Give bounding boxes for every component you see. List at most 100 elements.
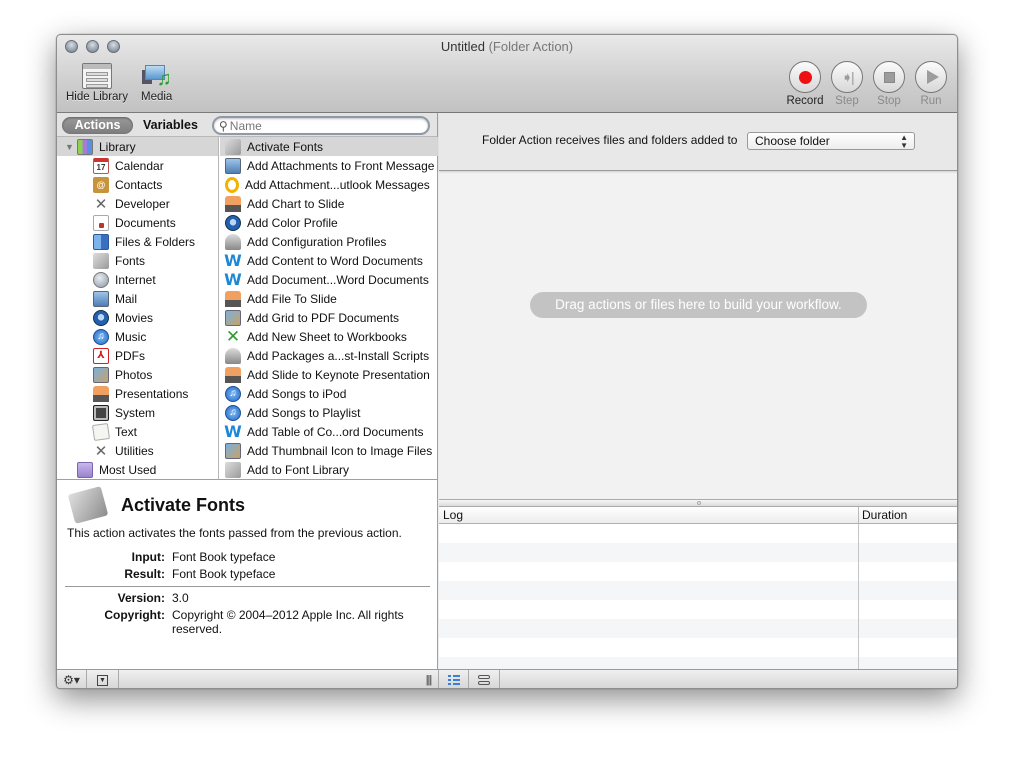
category-label: Photos (115, 367, 153, 382)
category-item[interactable]: Files & Folders (57, 232, 218, 251)
hide-library-button[interactable]: Hide Library (66, 63, 128, 103)
category-item[interactable]: Internet (57, 270, 218, 289)
preview-icon (225, 442, 241, 459)
action-item[interactable]: Add Thumbnail Icon to Image Files (220, 441, 438, 460)
action-label: Add Chart to Slide (247, 196, 345, 211)
search-field[interactable]: ⚲ (212, 116, 430, 135)
folder-select[interactable]: Choose folder ▲ ▼ (747, 132, 915, 150)
category-label: Music (115, 329, 147, 344)
action-label: Add Attachment...utlook Messages (245, 177, 430, 192)
category-item[interactable]: Presentations (57, 384, 218, 403)
category-label: Developer (115, 196, 170, 211)
itunes-icon: ♫ (225, 404, 241, 421)
search-icon: ⚲ (219, 118, 228, 133)
receives-label: Folder Action receives files and folders… (482, 133, 738, 147)
calendar-icon: 17 (93, 157, 109, 174)
category-item[interactable]: System (57, 403, 218, 422)
action-label: Add Content to Word Documents (247, 253, 423, 268)
category-item[interactable]: ✕ Developer (57, 194, 218, 213)
workflow-drop-area[interactable]: Drag actions or files here to build your… (439, 171, 957, 499)
category-item[interactable]: Photos (57, 365, 218, 384)
action-item[interactable]: Add Grid to PDF Documents (220, 308, 438, 327)
category-label: PDFs (115, 348, 145, 363)
tab-variables[interactable]: Variables (143, 117, 198, 134)
list-view-button[interactable] (439, 670, 469, 688)
action-item[interactable]: Add Chart to Slide (220, 194, 438, 213)
description-title: Activate Fonts (121, 494, 246, 515)
action-list[interactable]: Activate Fonts Add Attachments to Front M… (220, 137, 438, 479)
disclosure-triangle-icon[interactable]: ▼ (65, 142, 77, 152)
pane-resize-grip[interactable]: ||| (419, 670, 439, 688)
hide-library-label: Hide Library (66, 91, 128, 103)
category-item[interactable]: ✕ Utilities (57, 441, 218, 460)
category-item[interactable]: Text (57, 422, 218, 441)
media-button[interactable]: ♫ Media (141, 63, 172, 103)
toggle-description-button[interactable]: ▼ (87, 670, 119, 688)
category-item[interactable]: @ Contacts (57, 175, 218, 194)
automator-window: Untitled (Folder Action) Hide Library ♫ … (56, 34, 958, 689)
action-item[interactable]: Add Attachment...utlook Messages (220, 175, 438, 194)
category-list[interactable]: ▼ Library 17 Calendar @ Contacts ✕ Developer D… (57, 137, 219, 479)
action-item[interactable]: Add to Font Library (220, 460, 438, 479)
action-item[interactable]: ✕ Add New Sheet to Workbooks (220, 327, 438, 346)
category-item[interactable]: Fonts (57, 251, 218, 270)
action-item[interactable]: ♫ Add Songs to iPod (220, 384, 438, 403)
step-button[interactable]: ➧| Step (829, 61, 865, 107)
flow-view-button[interactable] (469, 670, 500, 688)
library-window-icon (82, 63, 112, 89)
finder-icon (93, 233, 109, 250)
column-divider[interactable] (858, 524, 859, 669)
result-value: Font Book typeface (172, 567, 276, 581)
media-icon: ♫ (141, 63, 172, 89)
category-item[interactable]: Documents (57, 213, 218, 232)
action-item[interactable]: W Add Content to Word Documents (220, 251, 438, 270)
action-label: Add Document...Word Documents (247, 272, 429, 287)
category-label: Utilities (115, 443, 154, 458)
input-value: Font Book typeface (172, 550, 276, 564)
action-item[interactable]: Add Slide to Keynote Presentation (220, 365, 438, 384)
run-button[interactable]: Run (913, 61, 949, 107)
input-row: Input: Font Book typeface (65, 550, 429, 564)
column-duration[interactable]: Duration (858, 507, 907, 523)
category-item[interactable]: Movies (57, 308, 218, 327)
action-item[interactable]: Activate Fonts (220, 137, 438, 156)
action-label: Add File To Slide (247, 291, 337, 306)
category-item[interactable]: ⅄ PDFs (57, 346, 218, 365)
action-description: Activate Fonts This action activates the… (57, 480, 437, 669)
category-most-used[interactable]: Most Used (57, 460, 218, 479)
tab-actions[interactable]: Actions (62, 117, 133, 134)
document-type: (Folder Action) (488, 39, 574, 54)
folder-select-value: Choose folder (755, 134, 830, 148)
category-label: Most Used (99, 462, 157, 477)
category-item[interactable]: Mail (57, 289, 218, 308)
split-view-handle[interactable] (439, 499, 957, 507)
action-item[interactable]: W Add Table of Co...ord Documents (220, 422, 438, 441)
action-item[interactable]: Add Color Profile (220, 213, 438, 232)
contacts-icon: @ (93, 176, 109, 193)
column-log[interactable]: Log (443, 507, 463, 523)
action-item[interactable]: ♫ Add Songs to Playlist (220, 403, 438, 422)
action-item[interactable]: Add Configuration Profiles (220, 232, 438, 251)
stop-button[interactable]: Stop (871, 61, 907, 107)
copyright-value: Copyright © 2004–2012 Apple Inc. All rig… (172, 608, 404, 636)
mail-icon (225, 157, 241, 174)
category-item[interactable]: ♫ Music (57, 327, 218, 346)
photos-icon (93, 366, 109, 383)
action-menu-button[interactable]: ⚙▾ (57, 670, 87, 688)
package-icon (225, 347, 241, 364)
action-item[interactable]: Add Attachments to Front Message (220, 156, 438, 175)
action-item[interactable]: W Add Document...Word Documents (220, 270, 438, 289)
action-item[interactable]: Add File To Slide (220, 289, 438, 308)
text-icon (91, 422, 111, 441)
result-label: Result: (124, 567, 165, 581)
itunes-icon: ♫ (225, 385, 241, 402)
workflow-pane: Folder Action receives files and folders… (439, 113, 957, 676)
category-item[interactable]: 17 Calendar (57, 156, 218, 175)
play-icon (926, 70, 939, 84)
search-input[interactable] (229, 118, 410, 133)
record-button[interactable]: Record (786, 61, 824, 107)
category-library[interactable]: ▼ Library (57, 137, 218, 156)
action-item[interactable]: Add Packages a...st-Install Scripts (220, 346, 438, 365)
category-label: Files & Folders (115, 234, 196, 249)
presentations-icon (93, 385, 109, 402)
